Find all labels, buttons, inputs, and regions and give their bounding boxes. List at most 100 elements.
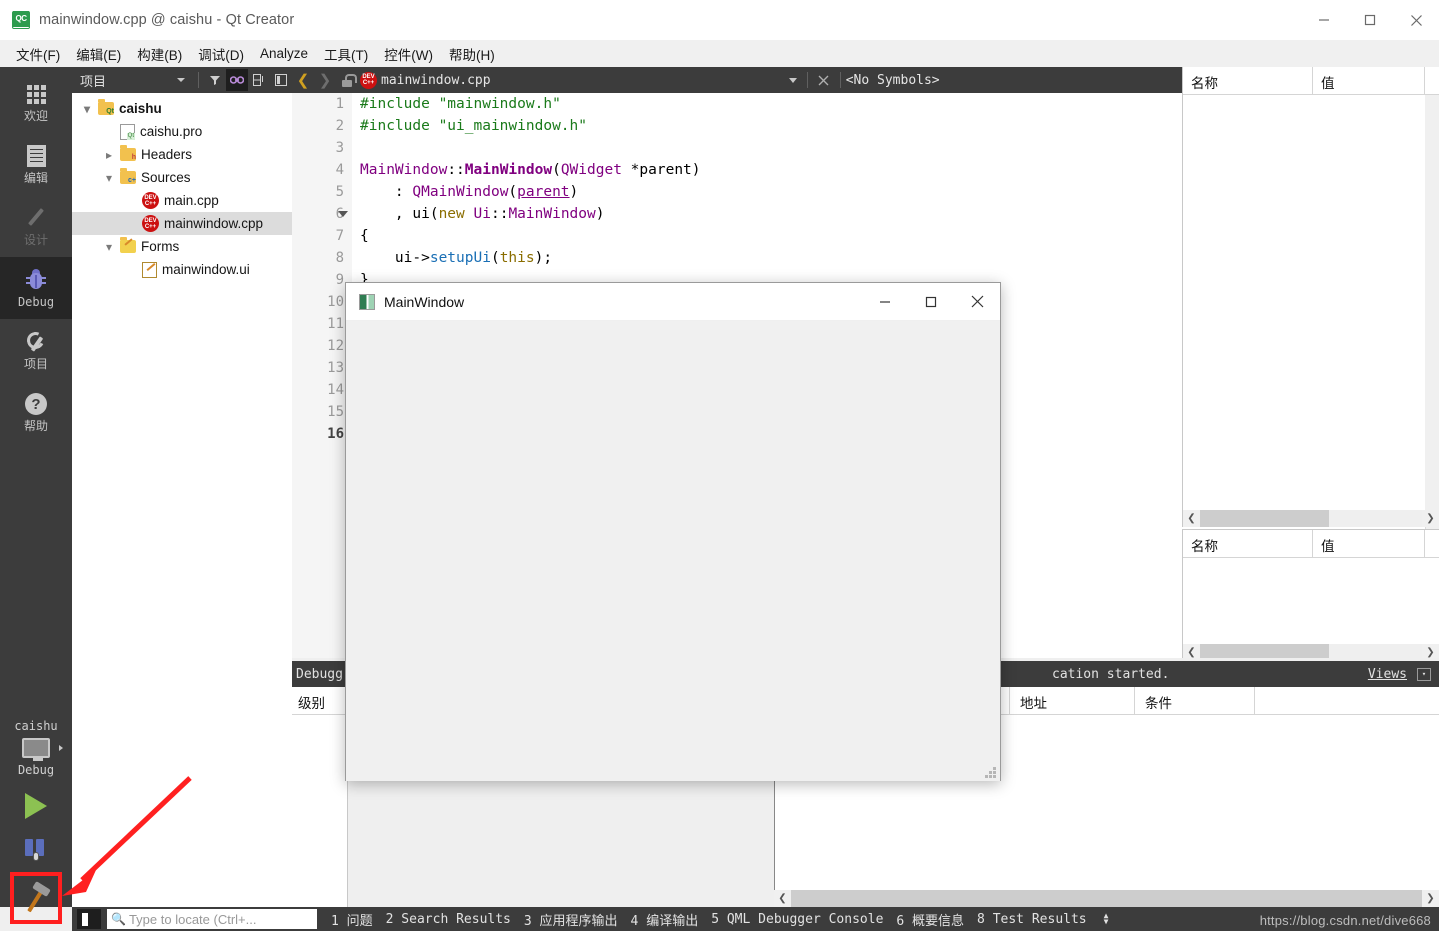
window-controls	[1301, 0, 1439, 40]
menu-help[interactable]: 帮助(H)	[441, 41, 503, 67]
tree-item-caishu-pro[interactable]: caishu.pro	[72, 120, 292, 143]
split-add-icon[interactable]	[248, 69, 270, 91]
chevron-right-icon[interactable]: ▸	[98, 148, 120, 162]
views-button[interactable]: Views ▾	[1368, 667, 1439, 682]
document-icon	[26, 143, 46, 169]
window-title: mainwindow.cpp @ caishu - Qt Creator	[39, 11, 295, 28]
title-bar: mainwindow.cpp @ caishu - Qt Creator	[0, 0, 1439, 40]
locals-horizontal-scrollbar[interactable]: ❮ ❯	[1183, 510, 1439, 527]
debugger-log-list[interactable]: 级别	[292, 687, 348, 907]
close-pane-icon[interactable]	[270, 69, 292, 91]
pane-tab-application-output[interactable]: 3 应用程序输出	[524, 910, 618, 929]
chevron-down-icon[interactable]: ▾	[98, 171, 120, 185]
locals-col-name[interactable]: 名称	[1183, 67, 1313, 95]
chevron-down-icon[interactable]: ▾	[98, 240, 120, 254]
cpp-file-icon: DEV C++	[142, 215, 159, 232]
minimize-icon[interactable]	[1301, 0, 1347, 40]
line-number: 8	[335, 250, 344, 266]
question-mark-icon: ?	[25, 391, 47, 417]
filter-icon[interactable]	[204, 69, 226, 91]
kit-project-name: caishu	[14, 719, 58, 733]
pane-tab-qml-debugger-console[interactable]: 5 QML Debugger Console	[711, 912, 883, 927]
locals-hscroll-track[interactable]	[1200, 510, 1422, 527]
target-selector-icon[interactable]	[0, 733, 72, 763]
pane-tab-search-results[interactable]: 2 Search Results	[386, 912, 511, 927]
maximize-icon[interactable]	[1347, 0, 1393, 40]
start-debugging-icon	[23, 839, 49, 865]
scroll-left-icon[interactable]: ❮	[774, 890, 791, 907]
code-fold-marker-icon[interactable]	[338, 211, 348, 217]
menu-widgets[interactable]: 控件(W)	[376, 41, 441, 67]
tree-item-label: caishu.pro	[140, 124, 203, 139]
menu-debug[interactable]: 调试(D)	[190, 41, 252, 67]
tree-item-label: mainwindow.ui	[162, 262, 250, 277]
unlocked-icon[interactable]	[336, 69, 358, 91]
qt-project-folder-icon: Qt	[98, 99, 114, 115]
mode-help[interactable]: ? 帮助	[0, 381, 72, 443]
line-number: 3	[335, 140, 344, 156]
run-button[interactable]	[0, 783, 72, 829]
resize-grip-icon[interactable]	[983, 765, 996, 778]
mode-projects[interactable]: 项目	[0, 319, 72, 381]
search-input[interactable]: 🔍 Type to locate (Ctrl+...	[107, 909, 317, 929]
bp-col-condition[interactable]: 条件	[1135, 687, 1255, 715]
locals-col-value[interactable]: 值	[1313, 67, 1425, 95]
scroll-right-icon[interactable]: ❯	[1422, 890, 1439, 907]
tree-item-label: Headers	[141, 147, 193, 162]
menu-analyze[interactable]: Analyze	[252, 43, 316, 64]
scroll-left-icon[interactable]: ❮	[1183, 510, 1200, 527]
pane-tab-issues[interactable]: 1 问题	[331, 910, 373, 929]
bp-hscroll-thumb[interactable]	[791, 890, 1422, 907]
pane-tab-compile-output[interactable]: 4 编译输出	[631, 910, 699, 929]
tree-item-mainwindow-cpp[interactable]: DEV C++ mainwindow.cpp	[72, 212, 292, 235]
tree-item-mainwindow-ui[interactable]: mainwindow.ui	[72, 258, 292, 281]
dialog-close-icon[interactable]	[954, 283, 1000, 321]
synchronize-link-icon[interactable]	[226, 69, 248, 91]
mode-edit[interactable]: 编辑	[0, 133, 72, 195]
debugger-log-tab[interactable]: Debugg	[292, 667, 348, 682]
chevron-down-icon[interactable]: ▾	[76, 102, 98, 116]
line-number: 1	[335, 96, 344, 112]
pane-tab-test-results[interactable]: 8 Test Results	[977, 912, 1087, 927]
dialog-minimize-icon[interactable]	[862, 283, 908, 321]
nav-back-icon[interactable]: ❮	[292, 69, 314, 91]
build-button[interactable]	[0, 872, 72, 924]
mainwindow-dialog[interactable]: MainWindow	[345, 282, 1001, 781]
tree-item-caishu[interactable]: ▾ Qt caishu	[72, 97, 292, 120]
tree-item-main-cpp[interactable]: DEV C++ main.cpp	[72, 189, 292, 212]
close-icon[interactable]	[1393, 0, 1439, 40]
sidebar-view-title[interactable]: 项目	[72, 71, 177, 90]
breakpoints-horizontal-scrollbar[interactable]: ❮ ❯	[774, 890, 1439, 907]
chevron-down-icon[interactable]	[784, 69, 802, 91]
tree-item-headers[interactable]: ▸ h Headers	[72, 143, 292, 166]
nav-forward-icon[interactable]: ❯	[314, 69, 336, 91]
expressions-col-value[interactable]: 值	[1313, 530, 1425, 558]
chevron-down-icon[interactable]	[177, 78, 185, 82]
bug-icon	[26, 267, 46, 293]
pencil-icon	[25, 205, 47, 231]
line-number: 14	[327, 382, 344, 398]
dialog-client-area[interactable]	[346, 321, 1000, 781]
scroll-right-icon[interactable]: ❯	[1422, 510, 1439, 527]
tree-item-sources[interactable]: ▾ c+ Sources	[72, 166, 292, 189]
mode-design[interactable]: 设计	[0, 195, 72, 257]
toggle-sidebar-icon[interactable]	[77, 909, 101, 929]
pane-tab-summary[interactable]: 6 概要信息	[896, 910, 964, 929]
close-document-icon[interactable]	[813, 69, 835, 91]
dialog-maximize-icon[interactable]	[908, 283, 954, 321]
menu-tools[interactable]: 工具(T)	[316, 41, 376, 67]
menu-build[interactable]: 构建(B)	[129, 41, 190, 67]
tree-item-forms[interactable]: ▾ Forms	[72, 235, 292, 258]
mode-debug[interactable]: Debug	[0, 257, 72, 319]
bp-col-address[interactable]: 地址	[1010, 687, 1135, 715]
editor-symbol-selector[interactable]: <No Symbols>	[846, 73, 940, 88]
menu-file[interactable]: 文件(F)	[8, 41, 68, 67]
views-dropdown-icon[interactable]: ▾	[1417, 667, 1431, 681]
start-debugging-button[interactable]	[0, 829, 72, 875]
updown-arrows-icon[interactable]: ▲ ▼	[1104, 912, 1109, 926]
locals-vertical-scrollbar[interactable]	[1425, 95, 1439, 510]
menu-edit[interactable]: 编辑(E)	[68, 41, 129, 67]
editor-filename[interactable]: mainwindow.cpp	[381, 73, 491, 88]
mode-welcome[interactable]: 欢迎	[0, 71, 72, 133]
expressions-col-name[interactable]: 名称	[1183, 530, 1313, 558]
